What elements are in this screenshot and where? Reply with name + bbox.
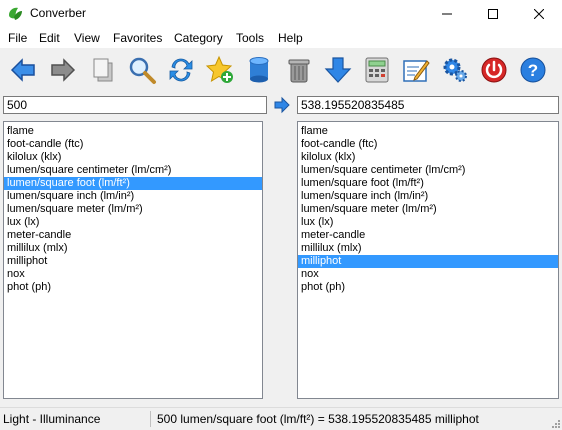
database-icon [249, 57, 269, 83]
menu-tools[interactable]: Tools [236, 31, 264, 45]
back-button[interactable] [6, 53, 40, 87]
add-favorite-button[interactable] [203, 53, 237, 87]
list-item[interactable]: kilolux (klx) [4, 151, 262, 164]
list-item[interactable]: lumen/square meter (lm/m²) [298, 203, 558, 216]
list-item[interactable]: foot-candle (ftc) [298, 138, 558, 151]
menu-view[interactable]: View [74, 31, 100, 45]
app-logo-icon [9, 7, 22, 20]
list-item[interactable]: meter-candle [298, 229, 558, 242]
title-bar: Converber [0, 0, 562, 28]
status-bar: Light - Illuminance 500 lumen/square foo… [0, 407, 562, 430]
list-item[interactable]: lumen/square centimeter (lm/cm²) [298, 164, 558, 177]
maximize-icon [488, 9, 498, 19]
close-button[interactable] [516, 0, 562, 28]
refresh-button[interactable] [164, 53, 198, 87]
edit-button[interactable] [399, 53, 433, 87]
minimize-icon [442, 13, 452, 15]
status-category: Light - Illuminance [3, 412, 101, 426]
settings-button[interactable] [438, 53, 472, 87]
maximize-button[interactable] [470, 0, 516, 28]
database-button[interactable] [242, 53, 276, 87]
list-item[interactable]: lumen/square meter (lm/m²) [4, 203, 262, 216]
forward-icon [51, 58, 76, 82]
toolbar: ? [0, 49, 562, 93]
list-item[interactable]: foot-candle (ftc) [4, 138, 262, 151]
list-item[interactable]: flame [298, 125, 558, 138]
resize-grip-icon[interactable] [550, 418, 560, 428]
list-item[interactable]: millilux (mlx) [298, 242, 558, 255]
from-unit-list[interactable]: flame foot-candle (ftc) kilolux (klx) lu… [3, 121, 263, 399]
list-item[interactable]: flame [4, 125, 262, 138]
list-item[interactable]: lux (lx) [298, 216, 558, 229]
status-result: 500 lumen/square foot (lm/ft²) = 538.195… [157, 412, 479, 426]
menu-favorites[interactable]: Favorites [113, 31, 162, 45]
list-item-selected[interactable]: lumen/square foot (lm/ft²) [4, 177, 262, 190]
back-icon [10, 58, 35, 82]
trash-button[interactable] [282, 53, 316, 87]
menu-edit[interactable]: Edit [39, 31, 60, 45]
list-item[interactable]: lux (lx) [4, 216, 262, 229]
minimize-button[interactable] [424, 0, 470, 28]
menu-file[interactable]: File [8, 31, 27, 45]
forward-button[interactable] [46, 53, 80, 87]
refresh-icon [169, 58, 193, 82]
power-icon [481, 57, 507, 83]
calculator-icon [365, 57, 389, 83]
list-item[interactable]: meter-candle [4, 229, 262, 242]
search-icon [129, 57, 156, 84]
help-button[interactable]: ? [516, 53, 550, 87]
calculator-button[interactable] [360, 53, 394, 87]
trash-icon [288, 59, 310, 83]
add-favorite-icon [205, 55, 233, 83]
close-icon [534, 9, 544, 19]
list-item[interactable]: phot (ph) [298, 281, 558, 294]
edit-icon [403, 60, 430, 82]
list-item-selected[interactable]: milliphot [298, 255, 558, 268]
help-icon: ? [520, 57, 546, 83]
to-unit-list[interactable]: flame foot-candle (ftc) kilolux (klx) lu… [297, 121, 559, 399]
list-item[interactable]: lumen/square inch (lm/in²) [298, 190, 558, 203]
copy-button[interactable] [86, 53, 120, 87]
list-item[interactable]: nox [4, 268, 262, 281]
output-value-field[interactable]: 538.195520835485 [297, 96, 559, 114]
list-item[interactable]: phot (ph) [4, 281, 262, 294]
settings-icon [443, 58, 467, 82]
list-item[interactable]: lumen/square inch (lm/in²) [4, 190, 262, 203]
list-item[interactable]: milliphot [4, 255, 262, 268]
list-item[interactable]: kilolux (klx) [298, 151, 558, 164]
power-button[interactable] [477, 53, 511, 87]
menu-help[interactable]: Help [278, 31, 303, 45]
menu-category[interactable]: Category [174, 31, 223, 45]
download-icon [324, 57, 352, 83]
copy-icon [93, 58, 113, 82]
window-title: Converber [30, 6, 87, 20]
menu-bar: File Edit View Favorites Category Tools … [0, 28, 562, 48]
convert-arrow-icon[interactable] [273, 96, 291, 114]
search-button[interactable] [125, 53, 159, 87]
list-item[interactable]: lumen/square centimeter (lm/cm²) [4, 164, 262, 177]
input-value-field[interactable]: 500 [3, 96, 267, 114]
list-item[interactable]: nox [298, 268, 558, 281]
status-divider [150, 411, 151, 427]
list-item[interactable]: millilux (mlx) [4, 242, 262, 255]
download-button[interactable] [321, 53, 355, 87]
svg-text:?: ? [528, 61, 538, 80]
list-item[interactable]: lumen/square foot (lm/ft²) [298, 177, 558, 190]
